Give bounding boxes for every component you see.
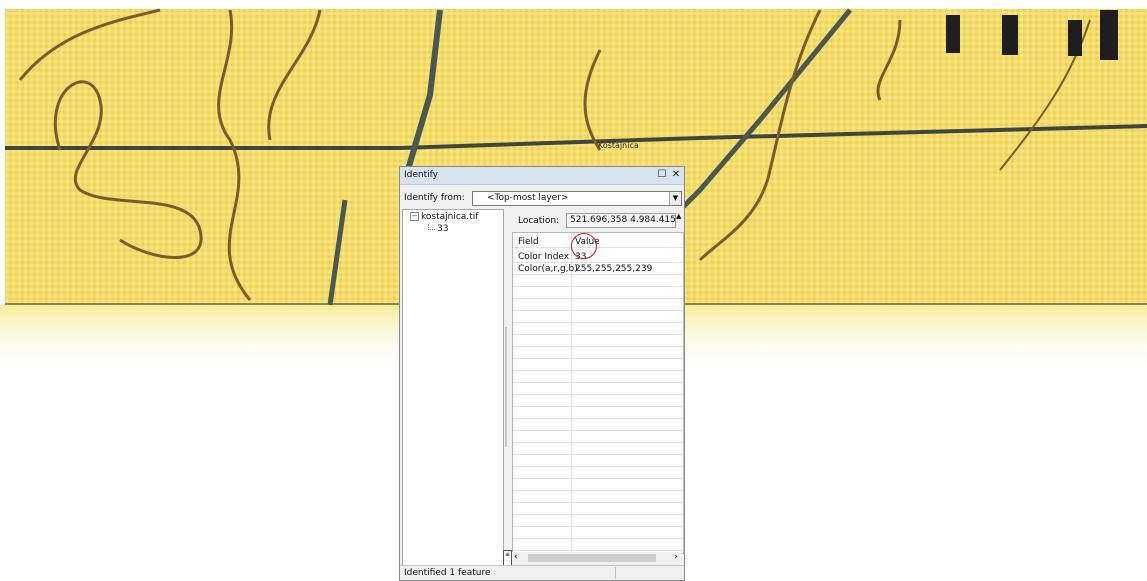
- tree-feature-label: 33: [437, 224, 449, 234]
- table-row: [513, 383, 683, 395]
- location-units-icon[interactable]: ▲: [676, 212, 681, 220]
- table-row[interactable]: Color Index 33: [513, 251, 683, 263]
- table-row: [513, 299, 683, 311]
- table-row: [513, 275, 683, 287]
- location-label: Location:: [518, 216, 560, 226]
- table-row: [513, 371, 683, 383]
- table-row[interactable]: Color(a,r,g,b) 255,255,255,239: [513, 263, 683, 275]
- table-row: [513, 335, 683, 347]
- identify-from-label: Identify from:: [404, 193, 465, 203]
- map-symbol: [1100, 10, 1118, 60]
- status-divider: [615, 567, 616, 579]
- table-row: [513, 431, 683, 443]
- tree-layer-label: kostajnica.tif: [421, 212, 479, 222]
- tree-branch-line: [428, 224, 435, 230]
- results-tree[interactable]: − kostajnica.tif 33: [402, 209, 504, 566]
- attribute-table[interactable]: Field Value Color Index 33 Color(a,r,g,b…: [512, 232, 684, 554]
- collapse-pane-icon[interactable]: ≡: [503, 550, 512, 566]
- scroll-thumb[interactable]: [528, 554, 656, 562]
- table-row: [513, 515, 683, 527]
- table-row: [513, 539, 683, 551]
- window-title: Identify: [404, 170, 438, 180]
- close-icon[interactable]: ✕: [669, 168, 683, 182]
- cell-value: 255,255,255,239: [575, 264, 653, 274]
- tree-layer-node[interactable]: − kostajnica.tif: [410, 212, 478, 222]
- table-row: [513, 347, 683, 359]
- map-symbol: [1068, 20, 1082, 56]
- identify-from-value: <Top-most layer>: [487, 193, 569, 203]
- status-bar: Identified 1 feature: [400, 565, 684, 580]
- collapse-icon[interactable]: −: [410, 212, 419, 221]
- map-place-label: Kostajnica: [598, 141, 639, 150]
- highlight-circle: [571, 233, 597, 259]
- tree-feature-node[interactable]: 33: [428, 224, 448, 234]
- identify-from-select[interactable]: <Top-most layer> ▼: [472, 191, 682, 206]
- table-header-row: Field Value: [513, 236, 683, 248]
- identify-window[interactable]: Identify ☐ ✕ Identify from: <Top-most la…: [399, 166, 685, 581]
- header-field: Field: [518, 237, 539, 247]
- identify-titlebar[interactable]: Identify ☐ ✕: [400, 167, 684, 185]
- table-row: [513, 455, 683, 467]
- location-field[interactable]: 521.696,358 4.984.415,62: [566, 213, 676, 228]
- table-row: [513, 443, 683, 455]
- chevron-down-icon[interactable]: ▼: [669, 192, 681, 205]
- horizontal-scrollbar[interactable]: ‹ ›: [512, 552, 682, 564]
- location-value: 521.696,358 4.984.415,62: [570, 215, 676, 225]
- map-symbol: [946, 15, 960, 53]
- cell-field: Color(a,r,g,b): [518, 264, 578, 274]
- cell-field: Color Index: [518, 252, 570, 262]
- status-text: Identified 1 feature: [404, 568, 491, 578]
- scroll-right-icon[interactable]: ›: [674, 552, 678, 562]
- splitter-handle[interactable]: [505, 327, 507, 447]
- map-symbol: [1002, 15, 1018, 55]
- scroll-left-icon[interactable]: ‹: [514, 552, 518, 562]
- table-row: [513, 407, 683, 419]
- maximize-icon[interactable]: ☐: [655, 168, 669, 182]
- table-row: [513, 419, 683, 431]
- table-row: [513, 503, 683, 515]
- table-row: [513, 395, 683, 407]
- table-row: [513, 479, 683, 491]
- table-row: [513, 527, 683, 539]
- table-row: [513, 287, 683, 299]
- table-row: [513, 491, 683, 503]
- table-row: [513, 467, 683, 479]
- table-row: [513, 359, 683, 371]
- table-row: [513, 311, 683, 323]
- table-row: [513, 323, 683, 335]
